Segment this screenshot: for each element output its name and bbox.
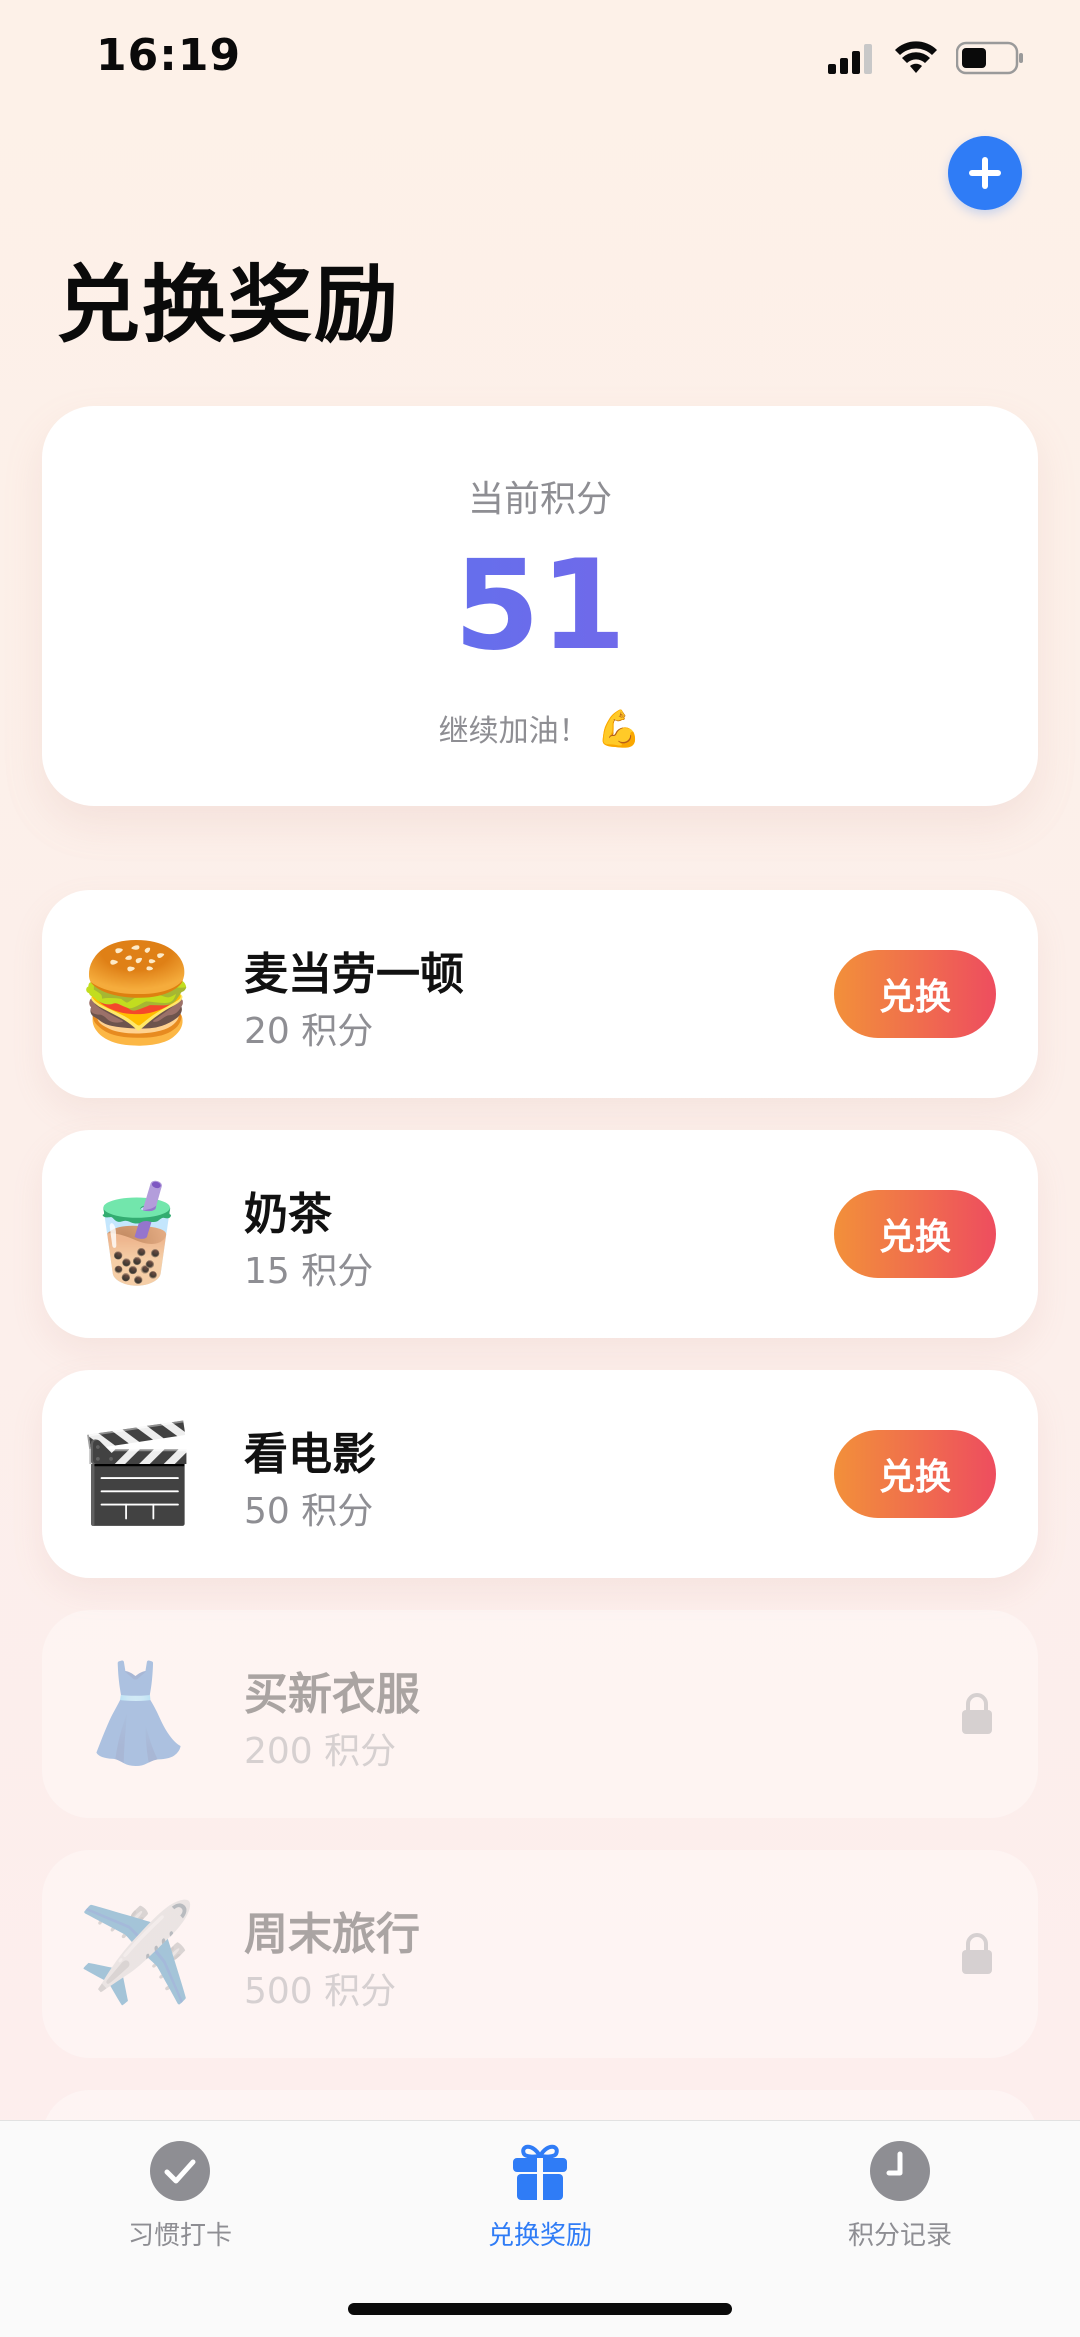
reward-name: 买新衣服 [244, 1669, 420, 1720]
home-indicator [348, 2303, 732, 2315]
redeem-button[interactable]: 兑换 [834, 1190, 996, 1278]
battery-icon [956, 41, 1023, 75]
checkmark-icon [148, 2139, 212, 2203]
reward-name: 周末旅行 [244, 1909, 420, 1960]
reward-card: 🎬 看电影 50 积分 兑换 [42, 1370, 1038, 1578]
points-cheer: 继续加油！ 💪 [42, 706, 1038, 750]
bubble-tea-icon: 🧋 [77, 1177, 197, 1289]
redeem-button[interactable]: 兑换 [834, 950, 996, 1038]
tab-points-history[interactable]: 积分记录 [780, 2139, 1020, 2279]
status-icons [828, 38, 1024, 78]
tab-label: 习惯打卡 [127, 2221, 232, 2251]
signal-icon [828, 44, 872, 74]
redeem-button[interactable]: 兑换 [834, 1430, 996, 1518]
gift-icon [508, 2139, 572, 2203]
lock-icon [962, 1693, 992, 1734]
status-bar: 16:19 [0, 0, 1080, 120]
flexed-biceps-icon: 💪 [596, 709, 642, 750]
reward-cost: 500 积分 [244, 1971, 397, 2012]
tab-habit-checkin[interactable]: 习惯打卡 [60, 2139, 300, 2279]
burger-icon: 🍔 [77, 937, 197, 1049]
reward-name: 奶茶 [244, 1189, 332, 1240]
clock-icon [868, 2139, 932, 2203]
plus-icon [969, 157, 1001, 189]
reward-card: 🧋 奶茶 15 积分 兑换 [42, 1130, 1038, 1338]
reward-cost: 15 积分 [244, 1251, 374, 1292]
reward-cost: 50 积分 [244, 1491, 374, 1532]
reward-name: 看电影 [244, 1429, 376, 1480]
reward-list: 🍔 麦当劳一顿 20 积分 兑换 🧋 奶茶 15 积分 兑换 🎬 看电影 50 … [42, 890, 1038, 2330]
tab-label: 积分记录 [847, 2221, 952, 2251]
reward-cost: 20 积分 [244, 1011, 374, 1052]
wifi-icon [895, 41, 937, 73]
clapper-board-icon: 🎬 [77, 1417, 197, 1529]
dress-icon: 👗 [77, 1657, 197, 1769]
points-card: 当前积分 51 继续加油！ 💪 [42, 406, 1038, 806]
lock-icon [962, 1933, 992, 1974]
status-time: 16:19 [96, 30, 242, 81]
cheer-text: 继续加油！ [438, 714, 589, 749]
reward-cost: 200 积分 [244, 1731, 397, 1772]
points-value: 51 [42, 544, 1038, 668]
tab-redeem-rewards[interactable]: 兑换奖励 [420, 2139, 660, 2279]
points-label: 当前积分 [467, 479, 612, 520]
reward-name: 麦当劳一顿 [244, 949, 464, 1000]
reward-card-locked: 👗 买新衣服 200 积分 [42, 1610, 1038, 1818]
tab-label: 兑换奖励 [487, 2221, 592, 2251]
airplane-icon: ✈️ [77, 1897, 197, 2009]
add-reward-button[interactable] [948, 136, 1022, 210]
reward-card-locked: ✈️ 周末旅行 500 积分 [42, 1850, 1038, 2058]
reward-card: 🍔 麦当劳一顿 20 积分 兑换 [42, 890, 1038, 1098]
page-title: 兑换奖励 [56, 256, 401, 354]
